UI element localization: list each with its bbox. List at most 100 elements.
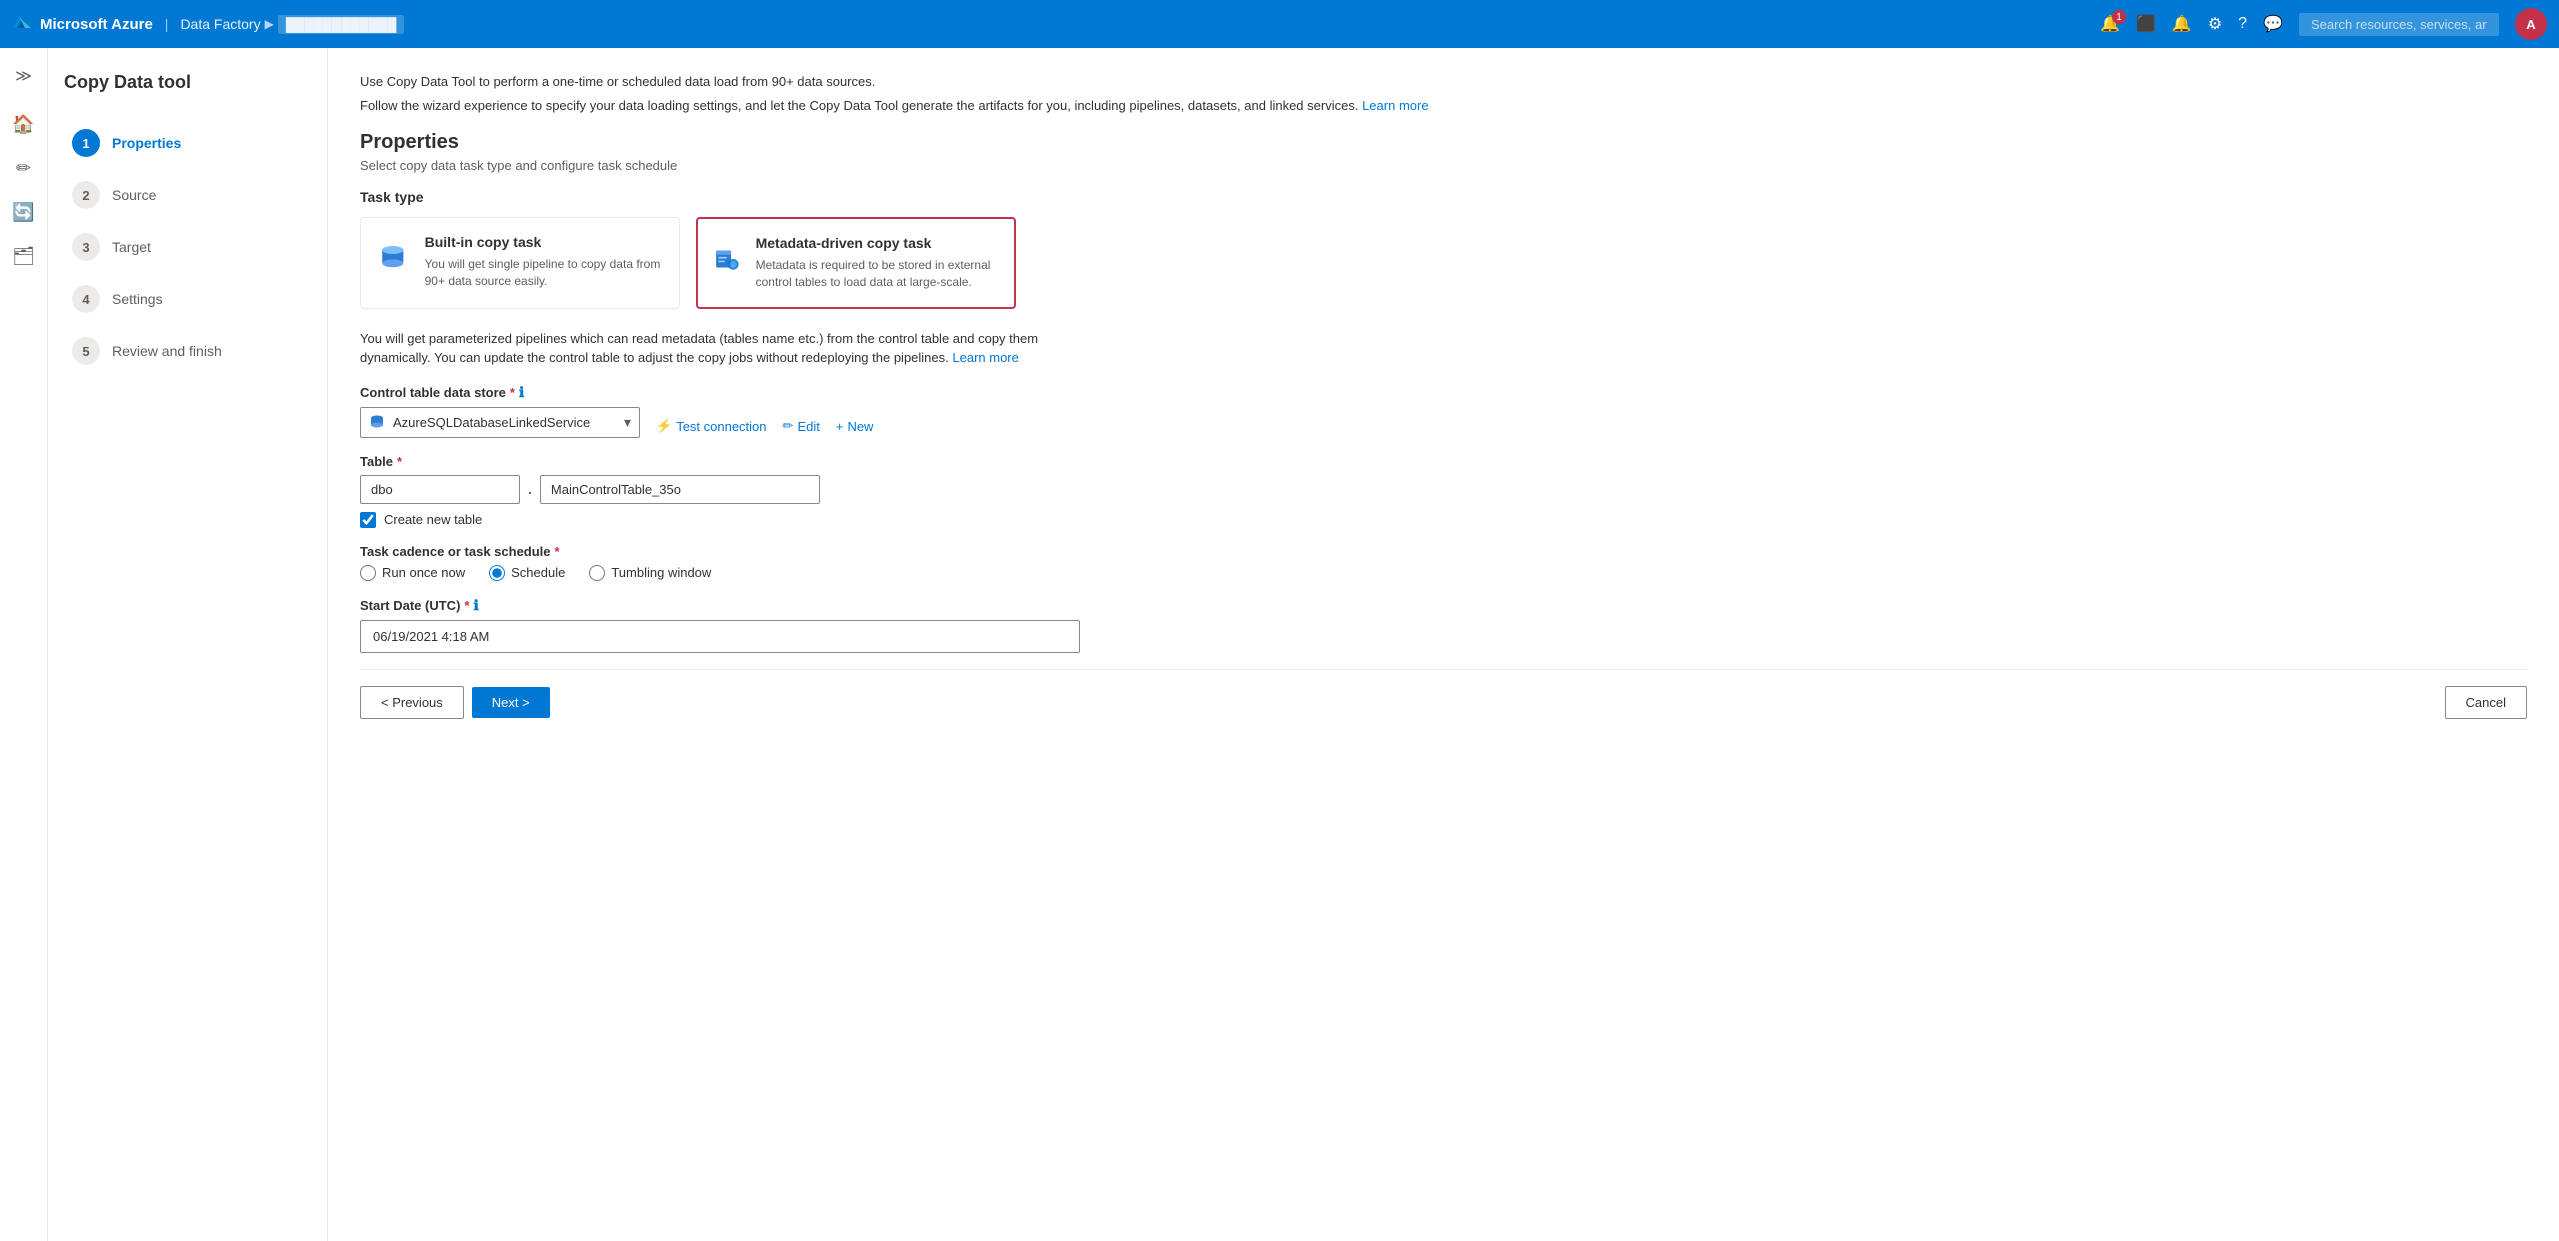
breadcrumb-arrow: ▶ xyxy=(265,17,274,31)
bottom-bar: < Previous Next > Cancel xyxy=(360,669,2527,735)
intro-learn-more-link[interactable]: Learn more xyxy=(1362,98,1428,113)
start-date-input[interactable] xyxy=(360,620,1080,653)
start-date-required-star: * xyxy=(464,598,469,613)
control-table-row: AzureSQLDatabaseLinkedService ▾ ⚡ Test c… xyxy=(360,407,2527,438)
step-item-source[interactable]: 2 Source xyxy=(64,169,311,221)
schedule-label[interactable]: Schedule xyxy=(511,565,565,580)
global-search-input[interactable] xyxy=(2299,13,2499,36)
metadata-task-content: Metadata-driven copy task Metadata is re… xyxy=(756,235,998,291)
topbar: Microsoft Azure | Data Factory ▶ ███████… xyxy=(0,0,2559,48)
main-layout: ≫ 🏠 ✏ 🔄 🗂 Copy Data tool 1 Properties 2 … xyxy=(0,48,2559,1241)
main-content: Use Copy Data Tool to perform a one-time… xyxy=(328,48,2559,1241)
new-link[interactable]: + New xyxy=(836,419,874,434)
step-circle-2: 2 xyxy=(72,181,100,209)
notification-badge: 1 xyxy=(2112,10,2126,24)
metadata-info-text: You will get parameterized pipelines whi… xyxy=(360,329,1080,368)
step-item-target[interactable]: 3 Target xyxy=(64,221,311,273)
step-circle-5: 5 xyxy=(72,337,100,365)
breadcrumb-item[interactable]: ████████████ xyxy=(278,15,405,34)
help-icon[interactable]: ? xyxy=(2238,15,2247,33)
notifications-icon[interactable]: 🔔 1 xyxy=(2100,14,2120,34)
built-in-task-title: Built-in copy task xyxy=(425,234,663,250)
table-inputs-row: . xyxy=(360,475,2527,504)
step-label-target: Target xyxy=(112,239,151,255)
control-table-actions: ⚡ Test connection ✏ Edit + New xyxy=(656,418,873,434)
metadata-task-title: Metadata-driven copy task xyxy=(756,235,998,251)
control-table-form-group: Control table data store * ℹ AzureSQLDat… xyxy=(360,384,2527,438)
select-chevron-icon: ▾ xyxy=(616,408,639,437)
collapse-sidebar-btn[interactable]: ≫ xyxy=(4,56,44,96)
radio-option-schedule: Schedule xyxy=(489,565,565,581)
table-form-group: Table * . Create new table xyxy=(360,454,2527,528)
tumbling-label[interactable]: Tumbling window xyxy=(611,565,711,580)
create-new-table-checkbox-group: Create new table xyxy=(360,512,2527,528)
create-new-table-label[interactable]: Create new table xyxy=(384,512,482,527)
radio-option-run-once: Run once now xyxy=(360,565,465,581)
feedback-icon[interactable]: 💬 xyxy=(2263,14,2283,34)
brand-name: Microsoft Azure xyxy=(40,16,153,33)
steps-sidebar-title: Copy Data tool xyxy=(64,72,311,93)
topbar-subtitle: Data Factory ▶ ████████████ xyxy=(180,15,404,34)
db-icon-in-select xyxy=(361,408,393,436)
start-date-info-icon[interactable]: ℹ xyxy=(473,597,478,614)
steps-sidebar: Copy Data tool 1 Properties 2 Source 3 T… xyxy=(48,48,328,1241)
metadata-driven-copy-task-card[interactable]: Metadata-driven copy task Metadata is re… xyxy=(696,217,1016,309)
edit-nav-icon[interactable]: ✏ xyxy=(4,148,44,188)
table-label: Table * xyxy=(360,454,2527,469)
cancel-button[interactable]: Cancel xyxy=(2445,686,2527,719)
app-name[interactable]: Data Factory xyxy=(180,16,260,32)
user-avatar[interactable]: A xyxy=(2515,8,2547,40)
edit-link[interactable]: ✏ Edit xyxy=(783,418,820,434)
run-once-label[interactable]: Run once now xyxy=(382,565,465,580)
test-connection-icon: ⚡ xyxy=(656,418,672,434)
metadata-task-desc: Metadata is required to be stored in ext… xyxy=(756,257,998,291)
new-plus-icon: + xyxy=(836,419,844,434)
create-new-table-checkbox[interactable] xyxy=(360,512,376,528)
tumbling-radio[interactable] xyxy=(589,565,605,581)
step-circle-3: 3 xyxy=(72,233,100,261)
cloud-shell-icon[interactable]: ⬛ xyxy=(2136,14,2156,34)
schedule-radio[interactable] xyxy=(489,565,505,581)
built-in-task-icon xyxy=(377,234,409,282)
intro-line1: Use Copy Data Tool to perform a one-time… xyxy=(360,72,2527,92)
built-in-task-content: Built-in copy task You will get single p… xyxy=(425,234,663,290)
step-circle-1: 1 xyxy=(72,129,100,157)
task-type-container: Built-in copy task You will get single p… xyxy=(360,217,2527,309)
table-schema-input[interactable] xyxy=(360,475,520,504)
home-nav-icon[interactable]: 🏠 xyxy=(4,104,44,144)
edit-icon: ✏ xyxy=(783,418,794,434)
control-table-select[interactable]: AzureSQLDatabaseLinkedService xyxy=(393,409,616,436)
control-table-label: Control table data store * ℹ xyxy=(360,384,2527,401)
table-required-star: * xyxy=(397,454,402,469)
control-table-required-star: * xyxy=(510,385,515,400)
step-item-review[interactable]: 5 Review and finish xyxy=(64,325,311,377)
alerts-icon[interactable]: 🔔 xyxy=(2172,14,2192,34)
previous-button[interactable]: < Previous xyxy=(360,686,464,719)
table-name-input[interactable] xyxy=(540,475,820,504)
built-in-task-desc: You will get single pipeline to copy dat… xyxy=(425,256,663,290)
step-label-review: Review and finish xyxy=(112,343,222,359)
step-label-properties: Properties xyxy=(112,135,181,151)
info-learn-more-link[interactable]: Learn more xyxy=(952,350,1018,365)
azure-logo-icon xyxy=(12,14,32,34)
control-table-info-icon[interactable]: ℹ xyxy=(519,384,524,401)
table-separator: . xyxy=(528,481,532,497)
start-date-label: Start Date (UTC) * ℹ xyxy=(360,597,2527,614)
radio-option-tumbling: Tumbling window xyxy=(589,565,711,581)
monitor-nav-icon[interactable]: 🔄 xyxy=(4,192,44,232)
step-item-settings[interactable]: 4 Settings xyxy=(64,273,311,325)
step-label-settings: Settings xyxy=(112,291,163,307)
task-type-label: Task type xyxy=(360,189,2527,205)
settings-icon[interactable]: ⚙ xyxy=(2208,14,2222,34)
step-circle-4: 4 xyxy=(72,285,100,313)
test-connection-link[interactable]: ⚡ Test connection xyxy=(656,418,767,434)
cadence-radio-group: Run once now Schedule Tumbling window xyxy=(360,565,2527,581)
next-button[interactable]: Next > xyxy=(472,687,550,718)
run-once-radio[interactable] xyxy=(360,565,376,581)
step-label-source: Source xyxy=(112,187,156,203)
built-in-copy-task-card[interactable]: Built-in copy task You will get single p… xyxy=(360,217,680,309)
control-table-select-wrapper: AzureSQLDatabaseLinkedService ▾ xyxy=(360,407,640,438)
step-item-properties[interactable]: 1 Properties xyxy=(64,117,311,169)
section-title: Properties xyxy=(360,131,2527,154)
manage-nav-icon[interactable]: 🗂 xyxy=(4,236,44,276)
